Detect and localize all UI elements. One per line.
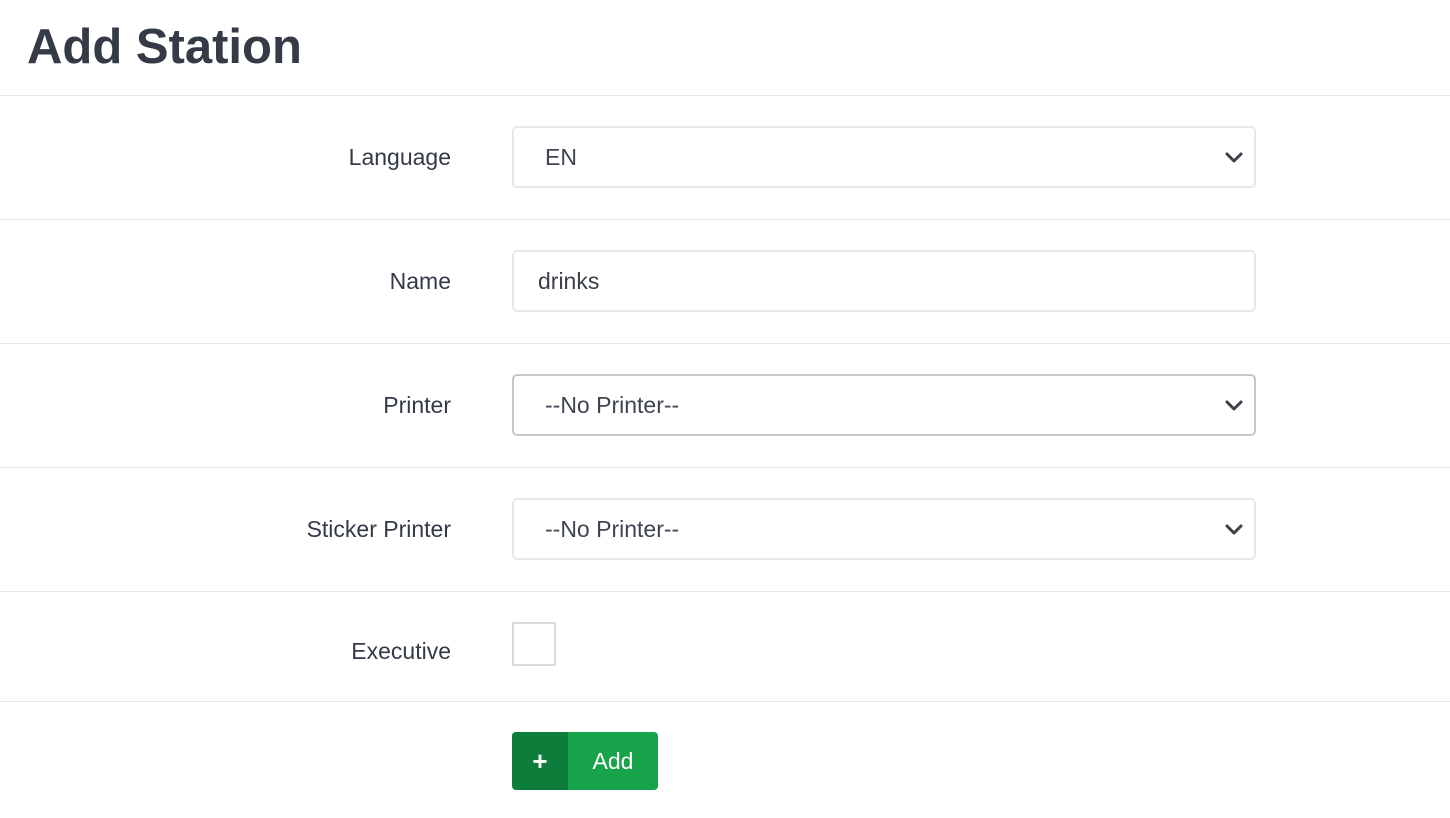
language-selected-value: EN: [545, 143, 577, 170]
chevron-down-icon: [1225, 152, 1243, 163]
chevron-down-icon: [1225, 524, 1243, 535]
language-label: Language: [348, 144, 451, 170]
name-input[interactable]: drinks: [512, 250, 1256, 312]
name-label: Name: [389, 268, 451, 294]
submit-row: + Add: [0, 701, 1450, 818]
page-title: Add Station: [27, 20, 302, 74]
sticker-printer-row: Sticker Printer --No Printer--: [0, 467, 1450, 591]
add-button[interactable]: + Add: [512, 732, 658, 790]
printer-selected-value: --No Printer--: [545, 391, 680, 418]
add-station-page: Add Station Language EN Name drinks Prin…: [0, 0, 1450, 818]
add-station-form: Language EN Name drinks Printer --No Pri…: [0, 95, 1450, 818]
name-row: Name drinks: [0, 219, 1450, 343]
sticker-printer-selected-value: --No Printer--: [545, 515, 680, 542]
language-select[interactable]: EN: [512, 126, 1256, 188]
executive-checkbox[interactable]: [512, 622, 556, 666]
printer-row: Printer --No Printer--: [0, 343, 1450, 467]
printer-label: Printer: [383, 392, 451, 418]
name-input-value: drinks: [538, 267, 600, 294]
sticker-printer-select[interactable]: --No Printer--: [512, 498, 1256, 560]
executive-label: Executive: [351, 638, 451, 664]
chevron-down-icon: [1225, 400, 1243, 411]
language-row: Language EN: [0, 95, 1450, 219]
plus-icon: +: [512, 732, 568, 790]
sticker-printer-label: Sticker Printer: [306, 516, 451, 542]
executive-row: Executive: [0, 591, 1450, 701]
printer-select[interactable]: --No Printer--: [512, 374, 1256, 436]
add-button-label: Add: [568, 732, 658, 790]
